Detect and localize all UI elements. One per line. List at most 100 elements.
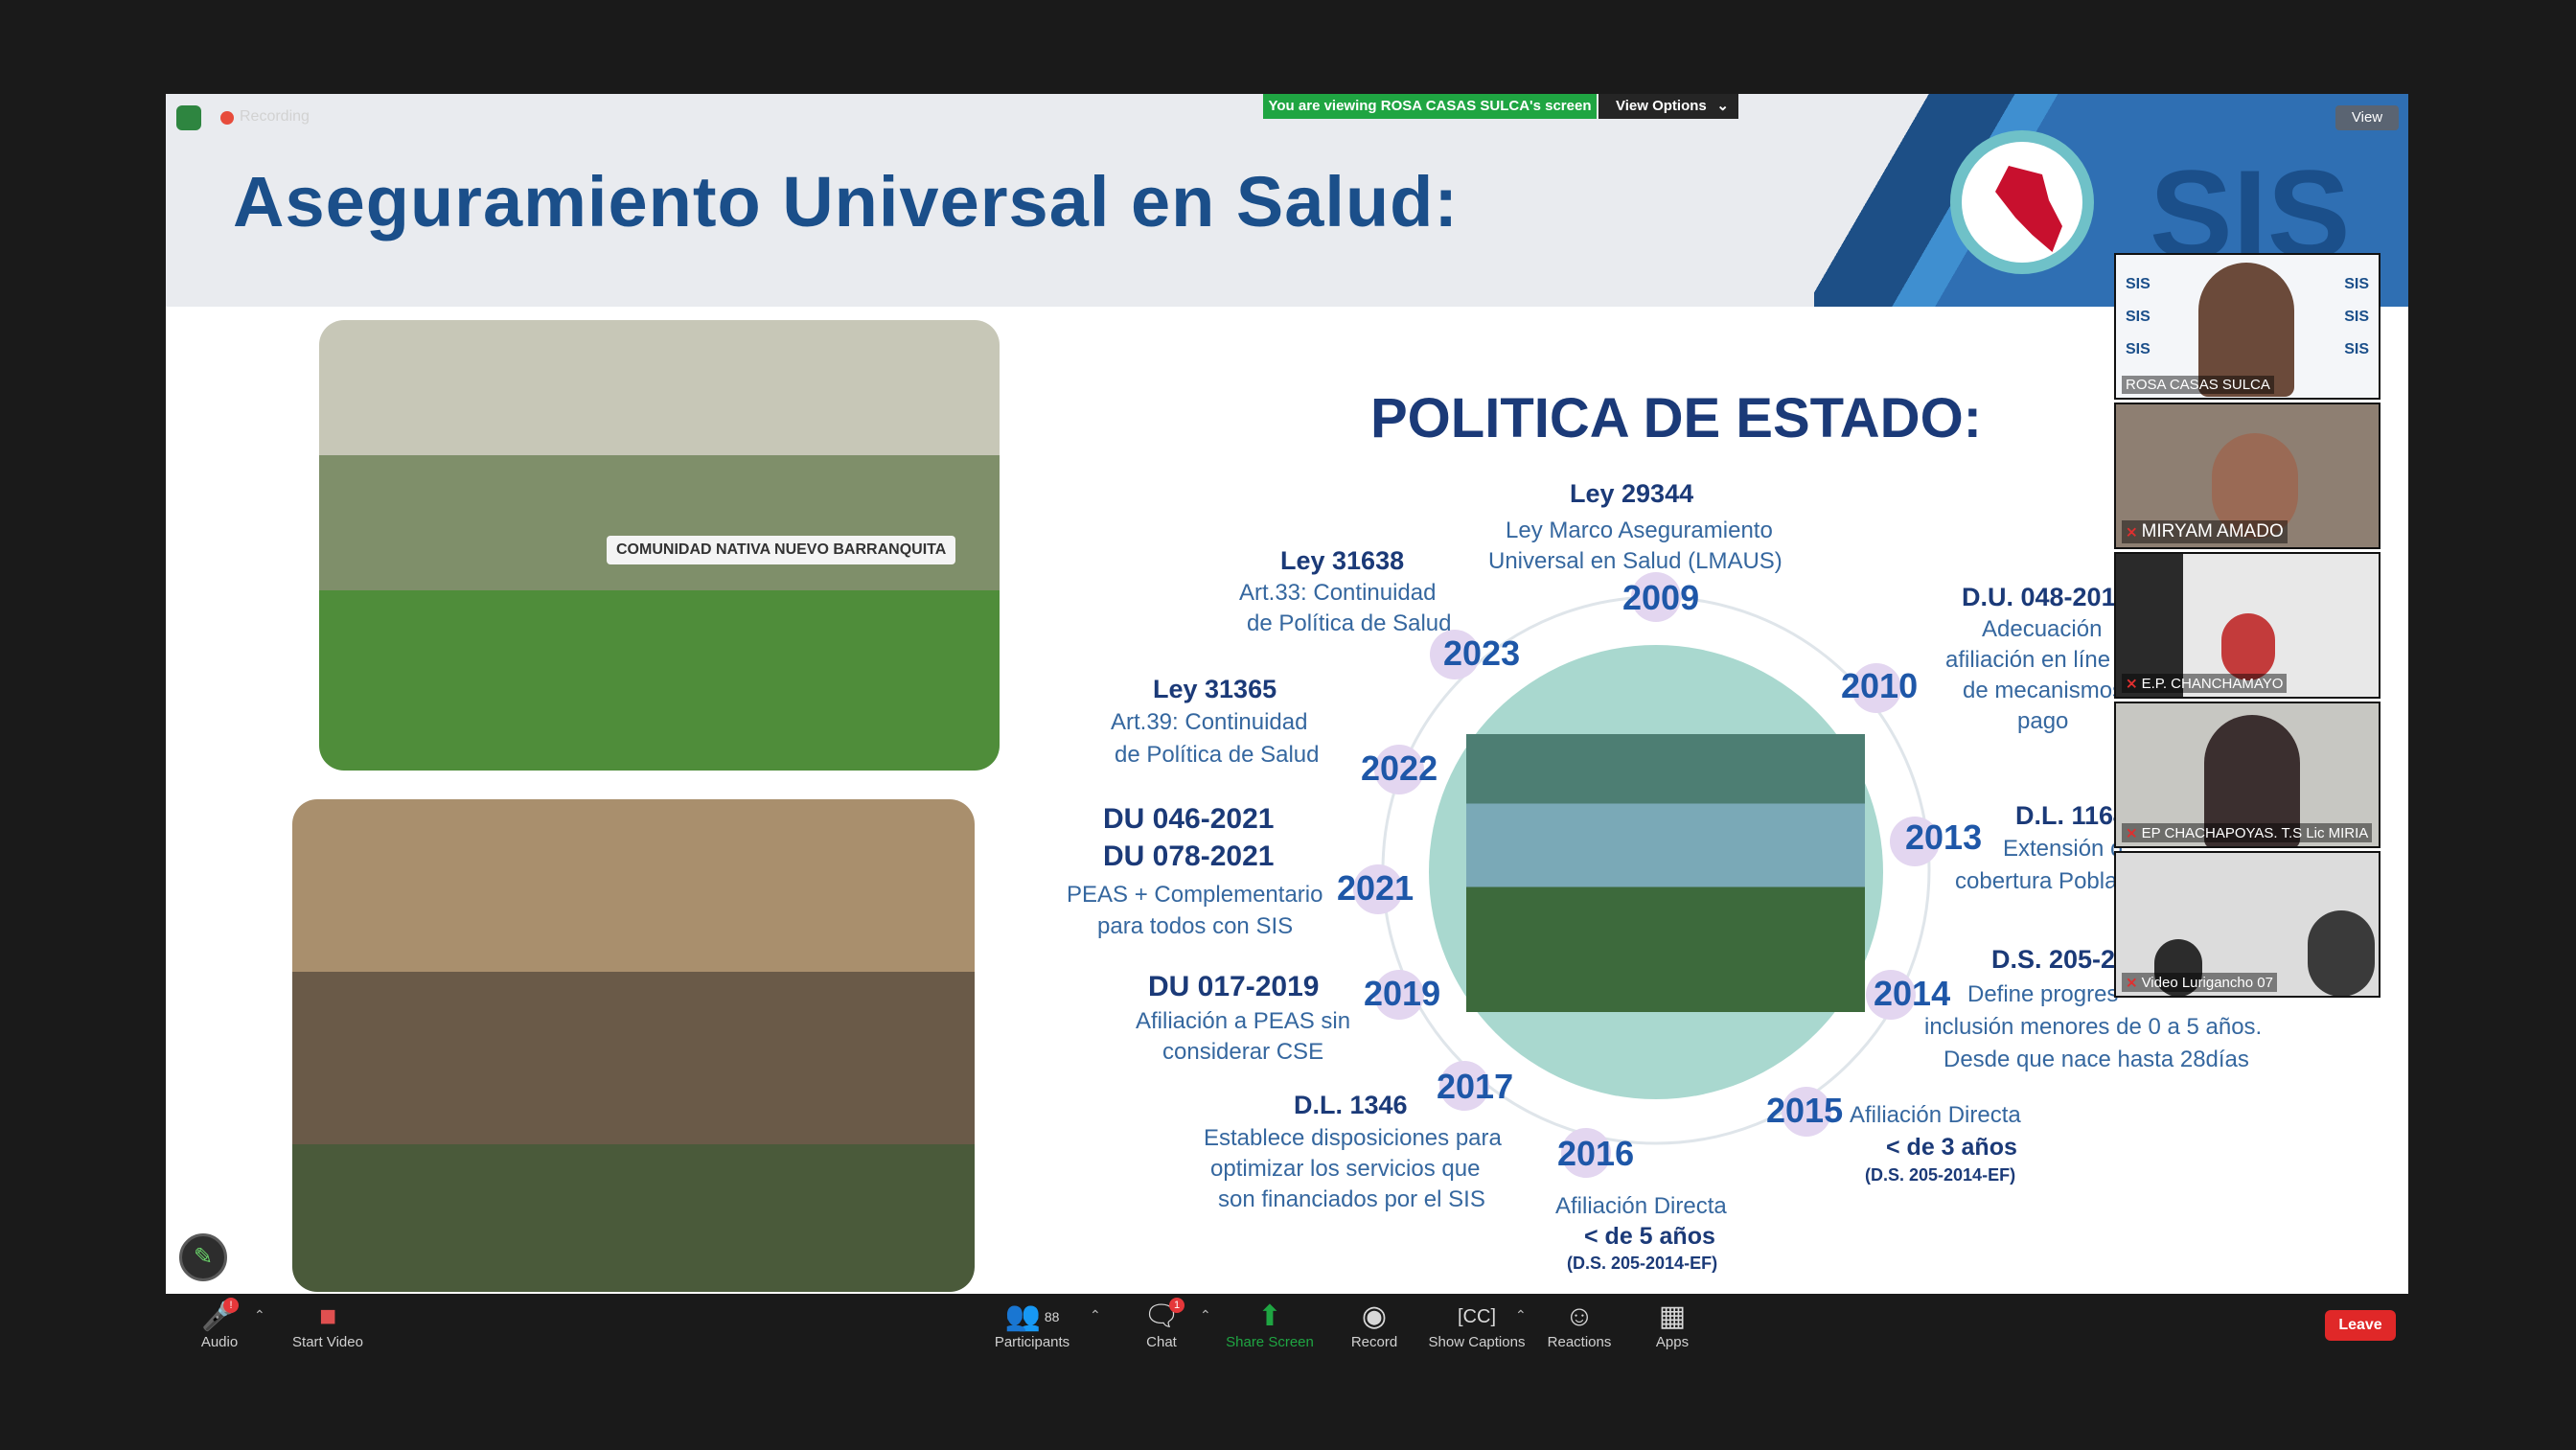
- share-screen-label: Share Screen: [1226, 1334, 1314, 1350]
- ann-2016-b2: (D.S. 205-2014-EF): [1567, 1254, 1718, 1273]
- ann-2013-l2: cobertura Pobla: [1955, 868, 2118, 894]
- show-captions-button[interactable]: [CC] Show Captions ⌃: [1419, 1300, 1534, 1351]
- participant-avatar: [2221, 613, 2275, 680]
- participants-button[interactable]: 👥 88 Participants ⌃: [975, 1300, 1101, 1351]
- year-2009: 2009: [1622, 578, 1700, 617]
- ann-2014-l2: inclusión menores de 0 a 5 años.: [1924, 1014, 2263, 1040]
- ann-2015-l1: Afiliación Directa: [1850, 1102, 2021, 1128]
- tile-name: ⨯ EP CHACHAPOYAS. T.S Lic MIRIA: [2122, 823, 2373, 842]
- participant-avatar: [2308, 910, 2375, 996]
- apps-label: Apps: [1655, 1334, 1690, 1350]
- ann-2014-l3: Desde que nace hasta 28días: [1944, 1047, 2249, 1072]
- ann-2021-l1: PEAS + Complementario: [1067, 882, 1323, 908]
- ann-2009-l2: Universal en Salud (LMAUS): [1488, 548, 1782, 574]
- ann-2017-title: D.L. 1346: [1294, 1091, 1408, 1119]
- ann-2014-l1: Define progres: [1967, 981, 2119, 1007]
- tile-name: ⨯ Video Lurigancho 07: [2122, 973, 2277, 992]
- year-2014: 2014: [1874, 974, 1951, 1013]
- tile-name: ROSA CASAS SULCA: [2122, 376, 2274, 394]
- ann-2015-b2: (D.S. 205-2014-EF): [1865, 1165, 2016, 1185]
- audio-button[interactable]: 🎤 ! Audio ⌃: [162, 1298, 277, 1351]
- show-captions-label: Show Captions: [1428, 1334, 1526, 1350]
- ann-2023-l1: Art.33: Continuidad: [1239, 580, 1437, 606]
- apps-icon: ▦: [1658, 1300, 1687, 1332]
- ann-2023-l2: de Política de Salud: [1247, 610, 1452, 636]
- sis-wallpaper: SIS SIS SIS: [2126, 276, 2150, 357]
- caret-up-icon[interactable]: ⌃: [1090, 1307, 1101, 1323]
- ann-2014-title: D.S. 205-2: [1991, 945, 2116, 974]
- ann-2016-b1: < de 5 años: [1584, 1223, 1715, 1250]
- ann-2022-l1: Art.39: Continuidad: [1111, 709, 1308, 735]
- video-off-icon: ■: [318, 1300, 337, 1332]
- ann-2017-l1: Establece disposiciones para: [1204, 1125, 1502, 1151]
- ann-2019-title: DU 017-2019: [1148, 971, 1320, 1002]
- ann-2021-l2: para todos con SIS: [1097, 913, 1294, 939]
- start-video-button[interactable]: ■ Start Video: [270, 1300, 385, 1351]
- view-options-button[interactable]: View Options ⌄: [1598, 94, 1738, 119]
- caret-up-icon[interactable]: ⌃: [1200, 1307, 1211, 1323]
- year-2017: 2017: [1437, 1067, 1514, 1106]
- video-tile-miryam[interactable]: ⨯ MIRYAM AMADO: [2114, 403, 2380, 549]
- ann-2010-title: D.U. 048-201: [1962, 583, 2116, 611]
- ann-2021-t1: DU 046-2021: [1103, 803, 1275, 835]
- shared-screen: Aseguramiento Universal en Salud: SIS CO…: [166, 94, 2408, 1294]
- tile-name: ⨯ E.P. CHANCHAMAYO: [2122, 674, 2288, 693]
- annotate-pencil-icon[interactable]: ✎: [179, 1233, 227, 1281]
- participants-count: 88: [1044, 1309, 1060, 1324]
- sis-wallpaper-right: SIS SIS SIS: [2344, 276, 2369, 357]
- year-2015: 2015: [1766, 1091, 1844, 1130]
- year-2023: 2023: [1443, 633, 1521, 673]
- video-tile-chachapoyas[interactable]: ⨯ EP CHACHAPOYAS. T.S Lic MIRIA: [2114, 702, 2380, 848]
- video-tile-lurigancho[interactable]: ⨯ Video Lurigancho 07: [2114, 851, 2380, 998]
- video-tile-rosa[interactable]: SIS SIS SIS SIS SIS SIS ROSA CASAS SULCA: [2114, 253, 2380, 400]
- view-options-label: View Options: [1616, 98, 1707, 114]
- ann-2019-l1: Afiliación a PEAS sin: [1136, 1008, 1351, 1034]
- view-label: View: [2351, 109, 2383, 126]
- ann-2010-l1: Adecuación: [1982, 616, 2103, 642]
- chat-badge: 1: [1169, 1298, 1184, 1313]
- mic-muted-icon: ⨯: [2126, 524, 2138, 541]
- start-video-label: Start Video: [292, 1334, 363, 1350]
- year-2013: 2013: [1905, 817, 1983, 857]
- year-2019: 2019: [1364, 974, 1441, 1013]
- mic-muted-icon: ⨯: [2126, 825, 2138, 841]
- ann-2010-l2: afiliación en líne: [1945, 647, 2111, 673]
- center-family-photo: [1466, 734, 1865, 1012]
- ann-2010-l3: de mecanismos: [1963, 678, 2125, 703]
- ann-2015-b1: < de 3 años: [1886, 1134, 2017, 1161]
- leave-button[interactable]: Leave: [2325, 1310, 2396, 1341]
- ann-2019-l2: considerar CSE: [1162, 1039, 1324, 1065]
- mic-muted-icon: ⨯: [2126, 676, 2138, 692]
- ann-2009-title: Ley 29344: [1570, 479, 1694, 508]
- tile-name: ⨯ MIRYAM AMADO: [2122, 520, 2288, 543]
- ann-2022-title: Ley 31365: [1153, 675, 1277, 703]
- audio-alert-badge: !: [223, 1298, 239, 1313]
- participants-icon: 👥 88: [1004, 1300, 1060, 1332]
- ann-2023-title: Ley 31638: [1280, 546, 1405, 575]
- ann-2017-l3: son financiados por el SIS: [1218, 1186, 1485, 1212]
- year-2021: 2021: [1337, 868, 1414, 908]
- share-screen-button[interactable]: ⬆ Share Screen: [1212, 1300, 1327, 1351]
- record-button[interactable]: ◉ Record: [1317, 1300, 1432, 1351]
- participants-label: Participants: [994, 1334, 1070, 1350]
- ann-2016-l1: Afiliación Directa: [1555, 1193, 1727, 1219]
- year-2016: 2016: [1557, 1134, 1635, 1173]
- record-label: Record: [1350, 1334, 1398, 1350]
- chat-label: Chat: [1146, 1334, 1177, 1350]
- apps-button[interactable]: ▦ Apps: [1615, 1300, 1730, 1351]
- mic-muted-icon: ⨯: [2126, 975, 2138, 991]
- audio-label: Audio: [200, 1334, 239, 1350]
- caret-up-icon[interactable]: ⌃: [254, 1307, 265, 1323]
- ann-2013-title: D.L. 1164: [2015, 801, 2128, 830]
- share-screen-icon: ⬆: [1257, 1300, 1282, 1332]
- video-tile-chanchamayo[interactable]: ⨯ E.P. CHANCHAMAYO: [2114, 552, 2380, 699]
- view-button[interactable]: View: [2335, 105, 2399, 130]
- record-icon: ◉: [1361, 1300, 1388, 1332]
- security-shield-icon[interactable]: [176, 105, 201, 130]
- chevron-down-icon: ⌄: [1716, 98, 1729, 114]
- recording-label: Recording: [240, 108, 310, 125]
- chat-button[interactable]: 🗨 1 Chat ⌃: [1104, 1298, 1219, 1351]
- ann-2013-l1: Extensión d: [2003, 836, 2124, 862]
- year-2022: 2022: [1361, 748, 1438, 788]
- leave-label: Leave: [2338, 1317, 2382, 1333]
